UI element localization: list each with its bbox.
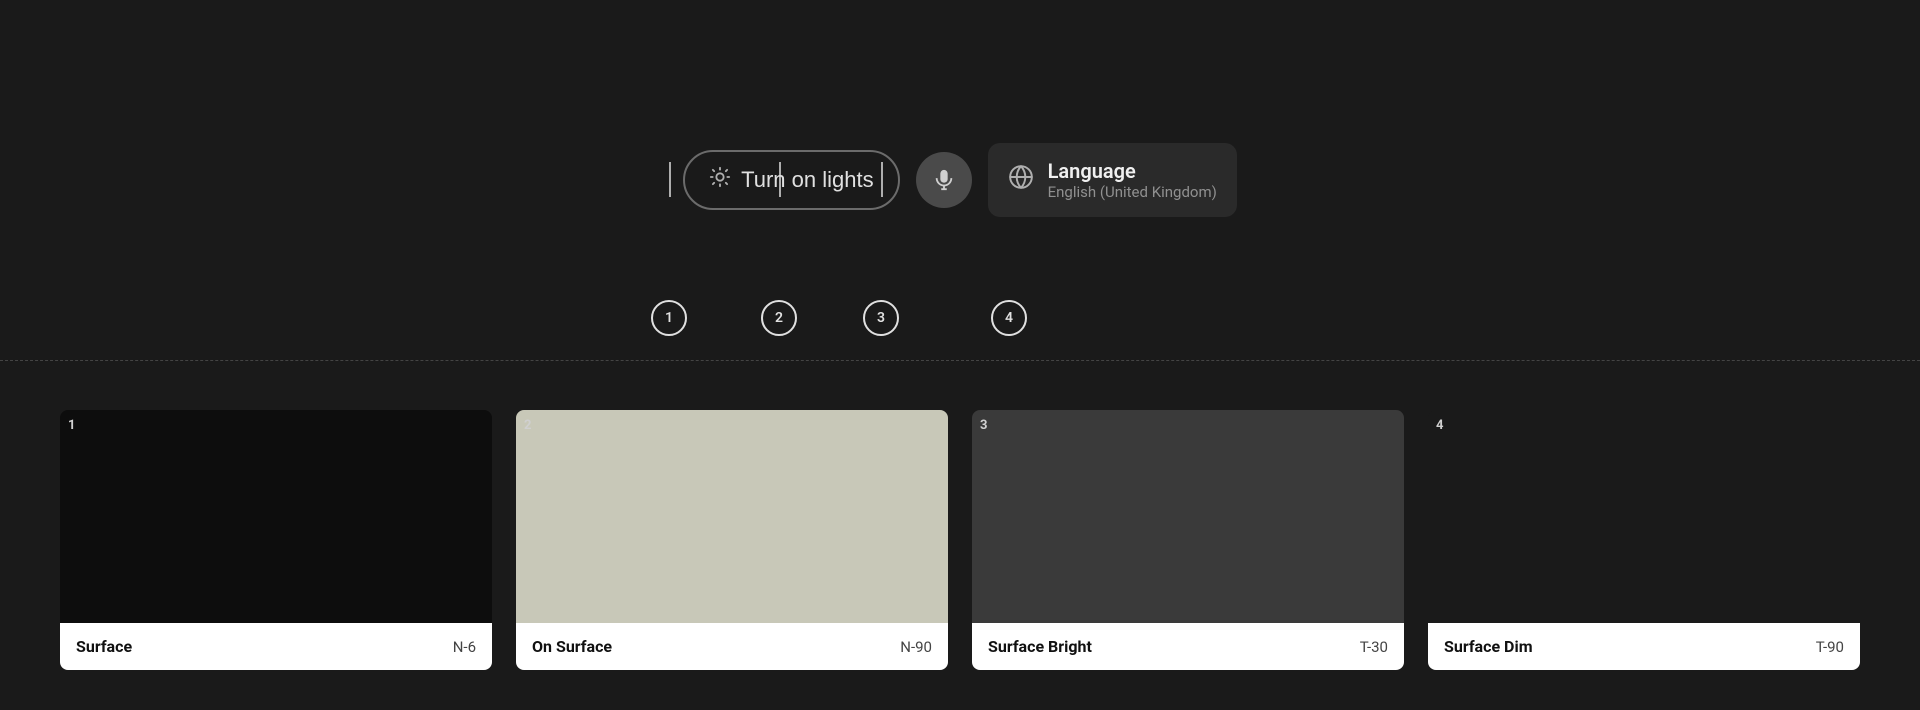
- swatch-code-3: T-30: [1360, 638, 1388, 656]
- swatch-color-1: [60, 410, 492, 623]
- swatch-number-4: 4: [1436, 418, 1443, 433]
- lights-button-label: Turn on lights: [741, 167, 873, 193]
- annotation-bubble-1: 1: [651, 300, 687, 336]
- swatch-on-surface: 2 On Surface N-90: [516, 410, 948, 670]
- swatch-number-1: 1: [68, 418, 75, 433]
- swatch-surface-dim: 4 Surface Dim T-90: [1428, 410, 1860, 670]
- swatch-surface: 1 Surface N-6: [60, 410, 492, 670]
- swatch-label-3: Surface Bright T-30: [972, 623, 1404, 670]
- swatch-name-1: Surface: [76, 637, 132, 656]
- swatch-code-1: N-6: [453, 638, 476, 656]
- swatch-label-1: Surface N-6: [60, 623, 492, 670]
- swatch-name-4: Surface Dim: [1444, 637, 1533, 656]
- swatch-name-3: Surface Bright: [988, 637, 1092, 656]
- swatch-number-3: 3: [980, 418, 987, 433]
- color-swatches-section: 1 Surface N-6 2 On Surface N-90 3 Surfac…: [0, 390, 1920, 710]
- swatch-name-2: On Surface: [532, 637, 612, 656]
- language-text: Language English (United Kingdom): [1048, 159, 1217, 201]
- annotation-bubble-4: 4: [991, 300, 1027, 336]
- annotation-bubble-2: 2: [761, 300, 797, 336]
- mic-button[interactable]: [916, 152, 972, 208]
- swatch-code-2: N-90: [900, 638, 932, 656]
- language-card: Language English (United Kingdom): [988, 143, 1237, 217]
- swatch-label-2: On Surface N-90: [516, 623, 948, 670]
- swatch-color-3: [972, 410, 1404, 623]
- section-divider: [0, 360, 1920, 361]
- swatch-surface-bright: 3 Surface Bright T-30: [972, 410, 1404, 670]
- swatch-color-4: [1428, 410, 1860, 623]
- language-title: Language: [1048, 159, 1217, 183]
- lights-button[interactable]: Turn on lights: [683, 150, 899, 210]
- annotation-bubble-3: 3: [863, 300, 899, 336]
- swatch-code-4: T-90: [1816, 638, 1844, 656]
- swatch-label-4: Surface Dim T-90: [1428, 623, 1860, 670]
- swatch-color-2: [516, 410, 948, 623]
- swatch-number-2: 2: [524, 418, 531, 433]
- globe-icon: [1008, 164, 1034, 196]
- top-section: Turn on lights Language English (United …: [0, 0, 1920, 360]
- language-subtitle: English (United Kingdom): [1048, 183, 1217, 201]
- sun-icon: [709, 166, 731, 194]
